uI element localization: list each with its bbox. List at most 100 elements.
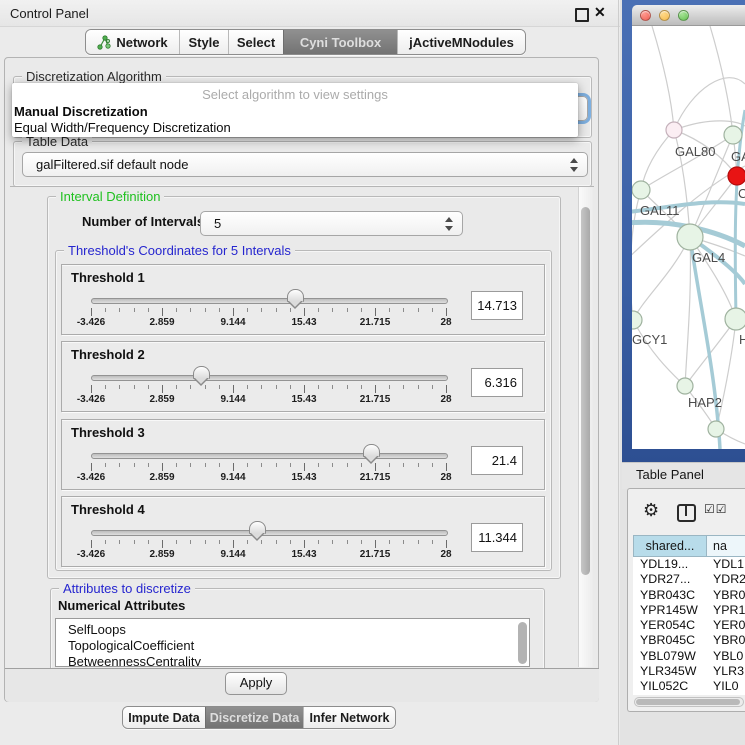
main-vertical-scrollbar[interactable] bbox=[578, 187, 593, 667]
window-title: Control Panel bbox=[10, 6, 89, 21]
tab-select[interactable]: Select bbox=[228, 30, 283, 54]
slider-track[interactable] bbox=[91, 530, 448, 536]
separator bbox=[10, 186, 594, 187]
apply-button-strip: Apply bbox=[5, 668, 599, 702]
cell-shared-name: YDR27... bbox=[640, 572, 690, 586]
minimize-traffic-light[interactable] bbox=[659, 10, 670, 21]
number-of-intervals-value: 5 bbox=[214, 216, 221, 231]
table-row[interactable]: YLR345WYLR3 bbox=[633, 664, 745, 679]
network-edge bbox=[652, 26, 674, 130]
network-edge bbox=[685, 237, 690, 386]
tab-cyni-toolbox[interactable]: Cyni Toolbox bbox=[283, 30, 397, 54]
network-node[interactable] bbox=[725, 308, 745, 330]
network-edge bbox=[633, 237, 690, 320]
slider-track[interactable] bbox=[91, 298, 448, 304]
slider-thumb[interactable] bbox=[287, 289, 304, 310]
network-node[interactable] bbox=[677, 224, 703, 250]
slider-ticks bbox=[91, 463, 447, 472]
network-icon bbox=[97, 35, 111, 50]
threshold-value-field[interactable]: 14.713 bbox=[471, 291, 523, 320]
network-edge-thick bbox=[690, 237, 720, 449]
network-node[interactable] bbox=[632, 311, 642, 329]
threshold-row: Threshold 1-3.4262.8599.14415.4321.71528… bbox=[61, 264, 545, 335]
numerical-attributes-list[interactable]: SelfLoopsTopologicalCoefficientBetweenne… bbox=[55, 618, 530, 667]
table-row[interactable]: YER054CYER0 bbox=[633, 618, 745, 633]
node-label: HAP2 bbox=[688, 395, 722, 410]
network-edge bbox=[710, 26, 733, 135]
close-traffic-light[interactable] bbox=[640, 10, 651, 21]
tab-impute-data[interactable]: Impute Data bbox=[123, 707, 205, 728]
column-layout-icon[interactable] bbox=[677, 504, 696, 522]
threshold-value-field[interactable]: 11.344 bbox=[471, 523, 523, 552]
node-label: HA bbox=[739, 332, 745, 347]
tab-network[interactable]: Network bbox=[86, 30, 179, 54]
slider-track[interactable] bbox=[91, 453, 448, 459]
control-panel-titlebar: Control Panel bbox=[0, 0, 620, 27]
table-row[interactable]: YBR043CYBR0 bbox=[633, 588, 745, 603]
algorithm-dropdown-popup: Select algorithm to view settings Manual… bbox=[12, 83, 578, 137]
attribute-list-item[interactable]: SelfLoops bbox=[56, 619, 529, 638]
table-column-header[interactable]: na bbox=[706, 535, 745, 557]
tab-discretize-data[interactable]: Discretize Data bbox=[205, 707, 303, 728]
table-data-selected-value: galFiltered.sif default node bbox=[36, 157, 188, 172]
bottom-tab-bar: Impute DataDiscretize DataInfer Network bbox=[122, 706, 396, 729]
network-node[interactable] bbox=[632, 181, 650, 199]
slider-thumb[interactable] bbox=[249, 521, 266, 542]
tab-style[interactable]: Style bbox=[179, 30, 228, 54]
algorithm-option[interactable]: Equal Width/Frequency Discretization bbox=[14, 120, 231, 135]
table-row[interactable]: YDL19...YDL1 bbox=[633, 557, 745, 572]
scrollbar-thumb[interactable] bbox=[581, 207, 590, 575]
table-horizontal-scrollbar[interactable] bbox=[634, 697, 744, 707]
table-column-header[interactable]: shared... bbox=[633, 535, 707, 557]
node-label: C bbox=[738, 186, 745, 201]
table-row[interactable]: YPR145WYPR1 bbox=[633, 603, 745, 618]
list-scrollbar-thumb[interactable] bbox=[518, 622, 527, 664]
table-row[interactable]: YIL052CYIL0 bbox=[633, 679, 745, 694]
tab-label: Style bbox=[188, 35, 219, 50]
slider-ticks bbox=[91, 540, 447, 549]
threshold-value-field[interactable]: 21.4 bbox=[471, 446, 523, 475]
close-icon[interactable]: ✕ bbox=[594, 4, 606, 21]
threshold-value-field[interactable]: 6.316 bbox=[471, 368, 523, 397]
tab-jactivemnodules[interactable]: jActiveMNodules bbox=[397, 30, 525, 54]
number-of-intervals-spinner[interactable]: 5 bbox=[200, 211, 463, 236]
cell-shared-name: YBL079W bbox=[640, 649, 696, 663]
slider-track[interactable] bbox=[91, 375, 448, 381]
interval-definition-group-title: Interval Definition bbox=[56, 189, 164, 204]
attribute-list-item[interactable]: TopologicalCoefficient bbox=[56, 638, 529, 654]
tab-infer-network[interactable]: Infer Network bbox=[303, 707, 395, 728]
algorithm-option[interactable]: Manual Discretization bbox=[14, 104, 148, 119]
network-node[interactable] bbox=[666, 122, 682, 138]
slider-thumb[interactable] bbox=[363, 444, 380, 465]
table-body: YDL19...YDL1YDR27...YDR2YBR043CYBR0YPR14… bbox=[633, 557, 745, 695]
zoom-traffic-light[interactable] bbox=[678, 10, 689, 21]
network-node[interactable] bbox=[728, 167, 745, 185]
cell-name: YIL0 bbox=[713, 679, 739, 693]
table-row[interactable]: YBR045C YBR0 bbox=[633, 633, 745, 648]
table-row[interactable]: YDR27...YDR2 bbox=[633, 572, 745, 587]
select-columns-checkboxes-icon[interactable]: ☑☑ bbox=[704, 502, 728, 516]
panel-divider bbox=[618, 0, 619, 745]
cell-name: YBR0 bbox=[713, 633, 745, 647]
float-window-icon[interactable] bbox=[575, 8, 589, 22]
attribute-list-item[interactable]: BetweennessCentrality bbox=[56, 654, 529, 667]
table-data-combobox[interactable]: galFiltered.sif default node bbox=[22, 152, 588, 177]
combo-arrows-icon bbox=[570, 157, 578, 173]
slider-ticks bbox=[91, 385, 447, 394]
network-node[interactable] bbox=[708, 421, 724, 437]
network-node[interactable] bbox=[724, 126, 742, 144]
table-row[interactable]: YBL079WYBL0 bbox=[633, 649, 745, 664]
network-node[interactable] bbox=[677, 378, 693, 394]
slider-thumb[interactable] bbox=[193, 366, 210, 387]
cell-shared-name: YBR045C bbox=[640, 633, 695, 647]
threshold-label: Threshold 4 bbox=[71, 502, 145, 517]
scrollbar-thumb[interactable] bbox=[636, 699, 740, 705]
table-panel: ⚙ ☑☑ shared...na YDL19...YDL1YDR27...YDR… bbox=[627, 488, 745, 712]
numerical-attributes-label: Numerical Attributes bbox=[58, 598, 185, 613]
threshold-row: Threshold 2-3.4262.8599.14415.4321.71528… bbox=[61, 341, 545, 412]
gear-icon[interactable]: ⚙ bbox=[643, 500, 659, 521]
network-window-titlebar[interactable] bbox=[632, 5, 745, 26]
apply-button[interactable]: Apply bbox=[225, 672, 287, 695]
network-canvas[interactable]: GAL80GACGAL11GAL4GCY1HAHAP2 bbox=[632, 26, 745, 449]
spinner-arrows-icon bbox=[445, 216, 453, 232]
